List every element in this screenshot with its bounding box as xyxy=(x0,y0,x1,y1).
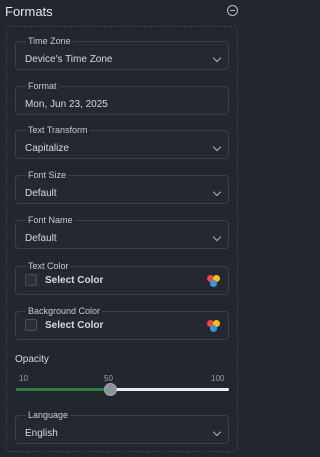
chevron-down-icon xyxy=(212,142,222,152)
time-zone-label: Time Zone xyxy=(26,36,73,47)
time-zone-value: Device's Time Zone xyxy=(25,54,113,65)
text-transform-value: Capitalize xyxy=(25,143,69,154)
font-size-value: Default xyxy=(25,188,57,199)
background-color-label: Background Color xyxy=(26,306,103,317)
font-name-select[interactable]: Font Name Default xyxy=(15,215,229,249)
font-size-select[interactable]: Font Size Default xyxy=(15,170,229,204)
language-select[interactable]: Language English xyxy=(15,410,229,444)
text-color-label: Text Color xyxy=(26,261,71,272)
opacity-max-label: 100 xyxy=(211,374,225,383)
text-transform-label: Text Transform xyxy=(26,125,90,136)
font-name-label: Font Name xyxy=(26,215,75,226)
palette-icon[interactable] xyxy=(207,320,220,332)
font-name-value: Default xyxy=(25,233,57,244)
color-swatch[interactable] xyxy=(25,274,37,286)
format-value: Mon, Jun 23, 2025 xyxy=(25,99,108,110)
opacity-min-label: 10 xyxy=(19,374,28,383)
chevron-down-icon xyxy=(212,53,222,63)
opacity-slider-thumb[interactable] xyxy=(103,383,117,396)
color-swatch[interactable] xyxy=(25,319,37,331)
background-color-picker[interactable]: Background Color Select Color xyxy=(15,306,229,340)
text-color-value: Select Color xyxy=(45,275,104,286)
opacity-mid-label: 50 xyxy=(104,374,113,383)
opacity-slider-fill xyxy=(16,388,110,391)
language-label: Language xyxy=(26,410,71,421)
opacity-label: Opacity xyxy=(15,354,49,365)
font-size-label: Font Size xyxy=(26,170,69,181)
text-color-picker[interactable]: Text Color Select Color xyxy=(15,261,229,295)
collapse-icon[interactable] xyxy=(227,5,238,16)
panel-header: Formats xyxy=(0,0,244,24)
palette-icon[interactable] xyxy=(207,275,220,287)
format-select[interactable]: Format Mon, Jun 23, 2025 xyxy=(15,81,229,115)
language-value: English xyxy=(25,428,58,439)
text-transform-select[interactable]: Text Transform Capitalize xyxy=(15,125,229,159)
chevron-down-icon xyxy=(212,187,222,197)
format-label: Format xyxy=(26,81,59,92)
panel-title: Formats xyxy=(5,4,53,19)
background-color-value: Select Color xyxy=(45,320,104,331)
chevron-down-icon xyxy=(212,427,222,437)
time-zone-select[interactable]: Time Zone Device's Time Zone xyxy=(15,36,229,70)
chevron-down-icon xyxy=(212,232,222,242)
